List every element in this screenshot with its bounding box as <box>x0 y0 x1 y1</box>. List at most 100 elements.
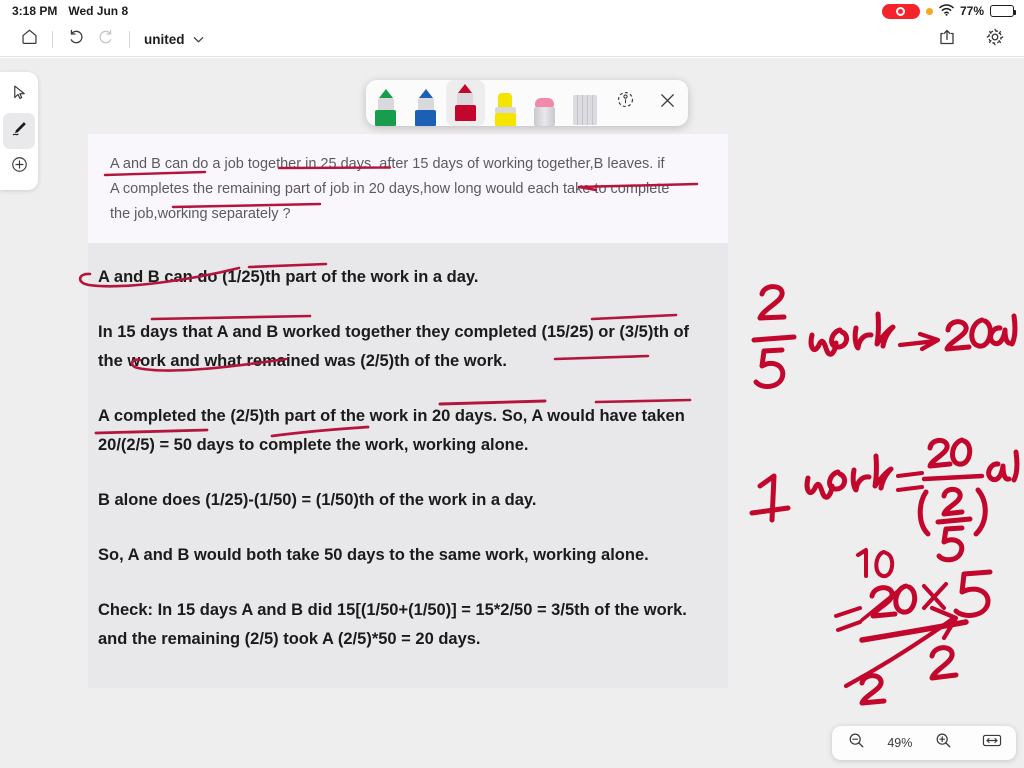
navigation-bar-right <box>932 26 1010 52</box>
orange-privacy-dot-icon <box>925 7 933 15</box>
blue-pen-icon <box>414 89 437 126</box>
question-line-3: the job,working separately ? <box>110 206 291 222</box>
close-palette-button[interactable] <box>646 80 688 126</box>
ink-hand-20-cancel <box>869 583 918 619</box>
ink-hand-equals-2 <box>834 606 862 632</box>
battery-icon <box>990 5 1017 17</box>
app-root: 3:18 PM Wed Jun 8 77% united A and B can… <box>0 0 1024 768</box>
status-bar-left: 3:18 PM Wed Jun 8 <box>12 4 128 18</box>
status-date: Wed Jun 8 <box>68 4 129 18</box>
home-button[interactable] <box>14 26 44 52</box>
pen-tool-button[interactable] <box>3 113 35 149</box>
record-ring <box>896 6 906 16</box>
fit-width-button[interactable] <box>975 726 1009 760</box>
fit-width-icon <box>982 732 1002 754</box>
ink-hand-denom-2 <box>929 645 959 681</box>
status-bar-right: 77% <box>881 3 1017 19</box>
question-line-2: A completes the remaining part of job in… <box>110 181 670 197</box>
answer-paragraph-4: B alone does (1/25)-(1/50) = (1/50)th of… <box>98 491 537 509</box>
document-title[interactable]: united <box>144 32 185 47</box>
share-icon <box>937 27 957 52</box>
ink-hand-20days <box>944 313 1018 352</box>
ink-hand-times <box>922 582 948 610</box>
red-pen-icon <box>454 84 477 121</box>
yellow-highlighter-button[interactable] <box>485 80 525 126</box>
lasso-select-button[interactable] <box>605 80 647 126</box>
ink-hand-frac-bar-2 <box>921 473 985 482</box>
zoom-level-label[interactable]: 49% <box>887 736 912 750</box>
ink-hand-cancel-slash <box>860 584 906 622</box>
ink-hand-main-bar <box>859 619 969 643</box>
ink-hand-paren-close <box>973 487 988 537</box>
ink-hand-word-work <box>808 311 896 357</box>
status-time: 3:18 PM <box>12 4 58 18</box>
zoom-out-button[interactable] <box>839 726 873 760</box>
red-pen-button[interactable] <box>445 80 486 126</box>
answer-block: A and B can do (1/25)th part of the work… <box>88 243 728 688</box>
pen-icon <box>10 119 29 143</box>
question-block: A and B can do a job together in 25 days… <box>88 134 728 243</box>
eraser-button[interactable] <box>525 80 565 126</box>
navigation-bar: united <box>0 22 1024 57</box>
answer-paragraph-6: Check: In 15 days A and B did 15[(1/50+(… <box>98 601 687 648</box>
battery-percent-label: 77% <box>959 4 984 18</box>
ink-hand-2-numerator <box>757 284 787 321</box>
answer-paragraph-3: A completed the (2/5)th part of the work… <box>98 407 685 454</box>
record-indicator-icon[interactable] <box>881 3 920 19</box>
nav-divider-2 <box>129 30 130 48</box>
ink-hand-1 <box>749 473 791 523</box>
share-button[interactable] <box>932 26 962 52</box>
eraser-icon <box>533 98 556 126</box>
ruler-button[interactable] <box>565 80 605 126</box>
ink-hand-numerator-20 <box>927 437 973 469</box>
lasso-select-icon <box>615 90 636 116</box>
ink-hand-result-2 <box>859 673 887 706</box>
ink-hand-5-denominator <box>753 347 786 389</box>
ink-hand-10 <box>856 548 895 578</box>
add-tool-button[interactable] <box>3 149 35 185</box>
ink-hand-paren-open <box>917 489 931 537</box>
chevron-down-icon[interactable] <box>192 33 205 46</box>
green-pen-icon <box>374 89 397 126</box>
undo-button[interactable] <box>61 26 91 52</box>
tool-rail <box>0 72 38 190</box>
wifi-icon <box>939 3 954 19</box>
answer-paragraph-2: In 15 days that A and B worked together … <box>98 323 690 370</box>
ink-hand-word-work-2 <box>804 453 894 500</box>
gear-icon <box>985 27 1005 52</box>
green-pen-button[interactable] <box>366 80 406 126</box>
ink-hand-5-inner <box>936 525 965 563</box>
ink-hand-equals-1 <box>896 471 924 492</box>
answer-paragraph-1: A and B can do (1/25)th part of the work… <box>98 268 479 286</box>
ruler-icon <box>572 95 597 125</box>
ink-hand-inner-bar <box>935 516 973 525</box>
status-bar: 3:18 PM Wed Jun 8 77% <box>0 0 1024 22</box>
close-icon <box>658 91 677 115</box>
question-line-1: A and B can do a job together in 25 days… <box>110 156 665 172</box>
ink-hand-5-mult <box>953 569 993 618</box>
ink-hand-arrow <box>897 331 941 352</box>
select-tool-button[interactable] <box>3 77 35 113</box>
blue-pen-button[interactable] <box>406 80 446 126</box>
home-icon <box>20 27 39 51</box>
ink-hand-days-2 <box>986 449 1020 483</box>
redo-button[interactable] <box>91 26 121 52</box>
redo-icon <box>96 27 116 51</box>
settings-button[interactable] <box>980 26 1010 52</box>
pen-palette-toolbar <box>366 80 688 126</box>
zoom-control-bar: 49% <box>832 726 1016 760</box>
zoom-in-button[interactable] <box>927 726 961 760</box>
nav-divider-1 <box>52 30 53 48</box>
answer-paragraph-5: So, A and B would both take 50 days to t… <box>98 546 649 564</box>
undo-icon <box>66 27 86 51</box>
cursor-arrow-icon <box>11 84 28 106</box>
note-canvas[interactable]: A and B can do a job together in 25 days… <box>0 58 1024 768</box>
ink-hand-pointer-arrow <box>843 605 959 689</box>
plus-circle-icon <box>10 155 29 179</box>
zoom-in-icon <box>935 732 952 754</box>
ink-hand-2-inner <box>941 486 965 517</box>
yellow-highlighter-icon <box>494 93 517 126</box>
ink-hand-fraction-bar <box>751 334 797 343</box>
zoom-out-icon <box>848 732 865 754</box>
note-page: A and B can do a job together in 25 days… <box>88 134 728 688</box>
